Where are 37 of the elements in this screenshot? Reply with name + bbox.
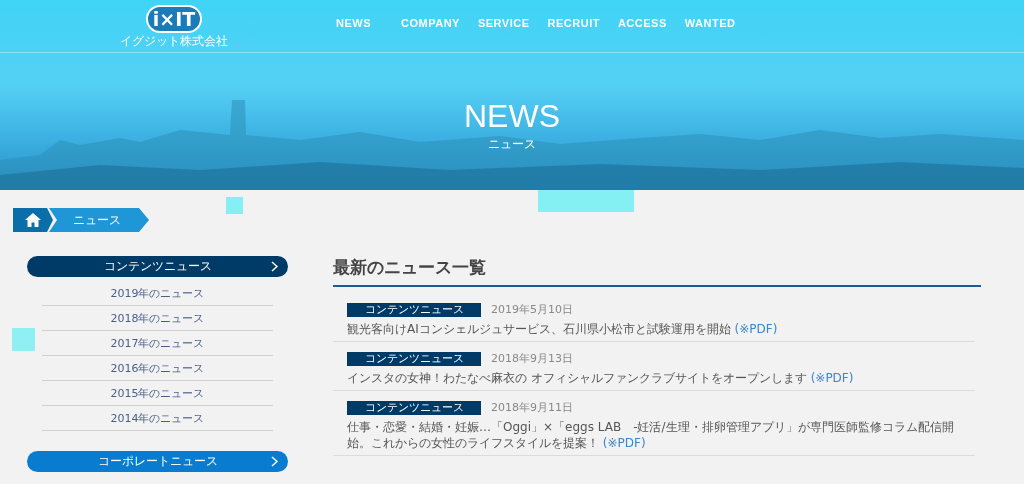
nav-link[interactable]: SERVICE (469, 17, 538, 29)
category-tag: コンテンツニュース (347, 351, 481, 366)
news-date: 2018年9月13日 (491, 351, 573, 366)
news-headline: インスタの女神！わたなべ麻衣の オフィシャルファンクラブサイトをオープンします (※PDF) (347, 370, 855, 386)
chevron-icon (271, 261, 278, 272)
pdf-link[interactable]: (※PDF) (734, 322, 778, 336)
company-logo[interactable]: i×IT イグジット株式会社 (120, 5, 228, 48)
nav-link[interactable]: COMPANY (393, 17, 468, 29)
chevron-icon (271, 456, 278, 467)
page-title: NEWS (463, 98, 561, 134)
decorative-square (226, 197, 243, 214)
pdf-link[interactable]: (※PDF) (602, 436, 646, 450)
home-icon (24, 212, 42, 228)
news-headline: 観光客向けAIコンシェルジュサービス、石川県小松市と試験運用を開始 (※PDF) (347, 321, 779, 337)
news-date: 2019年5月10日 (491, 302, 573, 317)
year-link[interactable]: 2019年のニュース (110, 285, 205, 301)
home-breadcrumb[interactable] (13, 208, 53, 232)
category-tag: コンテンツニュース (347, 302, 481, 317)
pdf-link[interactable]: (※PDF) (810, 371, 854, 385)
category-button[interactable]: コンテンツニュース (27, 256, 288, 277)
category-button[interactable]: コーポレートニュース (27, 451, 288, 472)
nav-link[interactable]: RECRUIT (539, 17, 608, 29)
nav-link[interactable]: WANTED (676, 17, 744, 29)
news-date: 2018年9月11日 (491, 400, 573, 415)
nav-link[interactable]: ACCESS (609, 17, 675, 29)
nav-link[interactable]: NEWS (328, 17, 379, 29)
news-headline: 仕事・恋愛・結婚・妊娠…「Oggi」×「eggs LAB -妊活/生理・排卵管理アプリ」が専門医師監修コラム配信開始。これからの女性のライフスタイルを提案！ (※PDF) (347, 419, 955, 451)
year-link[interactable]: 2017年のニュース (110, 335, 205, 351)
year-link[interactable]: 2015年のニュース (110, 385, 205, 401)
category-tag: コンテンツニュース (347, 400, 481, 415)
year-link[interactable]: 2014年のニュース (110, 410, 205, 426)
section-heading: 最新のニュース一覧 (333, 256, 981, 287)
breadcrumb-link[interactable]: ニュース (49, 208, 149, 232)
decorative-square (12, 328, 35, 351)
year-link[interactable]: 2016年のニュース (110, 360, 205, 376)
year-link[interactable]: 2018年のニュース (110, 310, 205, 326)
page-subtitle: ニュース (487, 136, 537, 153)
